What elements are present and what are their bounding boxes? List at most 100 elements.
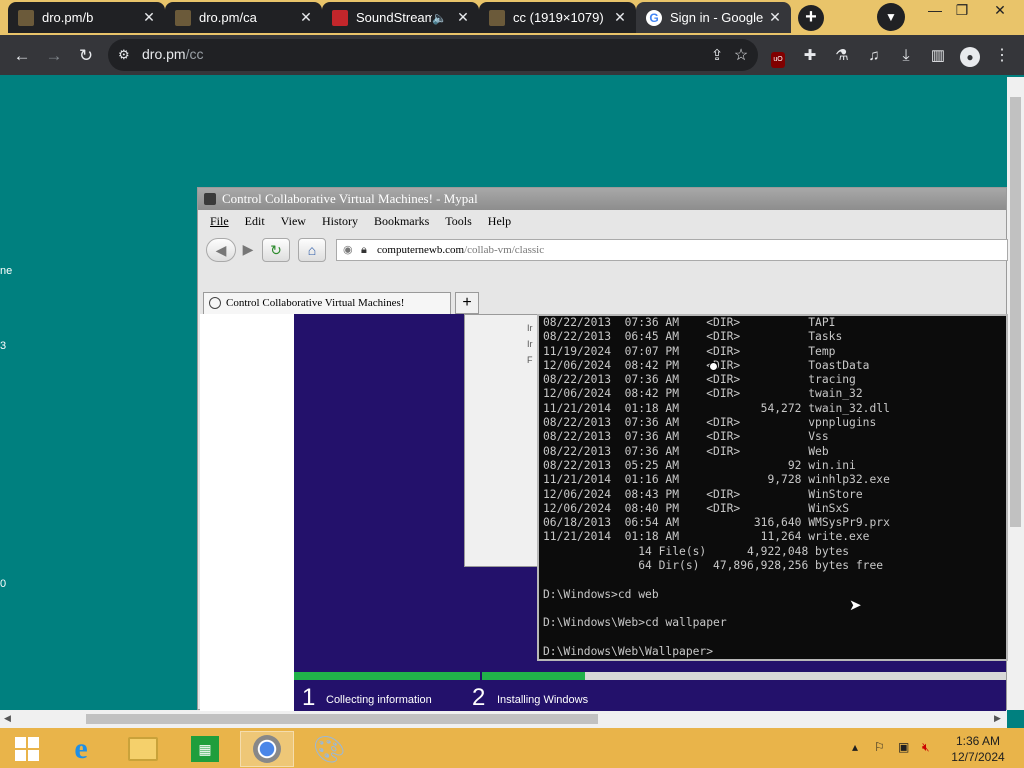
action-center-flag-icon[interactable]: ⚐	[874, 740, 885, 754]
dialog-text-fragment: Ir	[527, 339, 533, 349]
browser-tab[interactable]: SoundStream 🔈 ✕	[322, 2, 479, 33]
tab-favicon-icon	[489, 9, 505, 26]
menu-dots-icon[interactable]: ⋮	[990, 44, 1014, 68]
step-number: 2	[472, 684, 486, 711]
menu-view[interactable]: View	[281, 210, 306, 232]
mypal-app-icon	[204, 193, 216, 205]
dialog-text-fragment: Ir	[527, 323, 533, 333]
store-icon[interactable]: ▦	[178, 731, 232, 767]
site-info-icon[interactable]: ⚙	[118, 47, 130, 63]
chrome-taskbar-icon[interactable]	[240, 731, 294, 767]
step-label: Installing Windows	[497, 694, 589, 706]
google-g-icon: G	[646, 9, 662, 26]
vm-forward-icon[interactable]: ▶	[234, 238, 262, 262]
menu-bookmarks[interactable]: Bookmarks	[374, 210, 429, 232]
page-vertical-scrollbar[interactable]	[1007, 77, 1024, 710]
address-text[interactable]: dro.pm/cc	[142, 46, 203, 62]
new-tab-button[interactable]: +	[798, 5, 824, 31]
tab-title: dro.pm/b	[42, 10, 94, 25]
vm-tab-title: Control Collaborative Virtual Machines!	[226, 297, 405, 309]
labs-icon[interactable]: ⚗	[830, 44, 854, 68]
tab-search-button[interactable]: ▼	[877, 3, 905, 31]
show-hidden-icons-icon[interactable]: ▴	[852, 740, 858, 754]
scroll-thumb[interactable]	[1010, 97, 1021, 527]
vm-page-content: Ir Ir F 08/22/2013 07:36 AM <DIR> TAPI 0…	[200, 314, 1008, 711]
address-path: /cc	[185, 46, 204, 62]
audio-playing-icon[interactable]: 🔈	[432, 11, 447, 25]
vm-lock-icon: 🔒︎	[361, 244, 367, 256]
close-window-icon[interactable]: ✕	[985, 0, 1015, 22]
windows-setup-screen[interactable]: Ir Ir F 08/22/2013 07:36 AM <DIR> TAPI 0…	[294, 314, 1008, 711]
windows-logo-icon	[15, 737, 39, 761]
vm-url-host: computernewb.com	[377, 244, 465, 256]
taskbar-clock[interactable]: 1:36 AM 12/7/2024	[948, 733, 1008, 765]
step-number: 1	[302, 684, 316, 711]
bookmark-star-icon[interactable]: ☆	[729, 44, 753, 68]
restore-icon[interactable]: ❐	[947, 0, 977, 22]
address-bar[interactable]	[108, 39, 758, 71]
close-tab-icon[interactable]: ✕	[765, 9, 785, 26]
browser-tab[interactable]: dro.pm/b ✕	[8, 2, 165, 33]
browser-tab[interactable]: dro.pm/ca ✕	[165, 2, 322, 33]
dialog-text-fragment: F	[527, 355, 533, 365]
vm-url-bar[interactable]: ◉ 🔒︎ computernewb.com/collab-vm/classic	[336, 239, 1008, 261]
extensions-icon[interactable]: ✚	[798, 44, 822, 68]
vm-browser-tab[interactable]: Control Collaborative Virtual Machines!	[203, 292, 451, 314]
vm-url-path: /collab-vm/classic	[464, 244, 545, 256]
address-host: dro.pm	[142, 46, 186, 62]
vm-new-tab-button[interactable]: +	[455, 292, 479, 314]
paint-icon[interactable]: 🎨︎	[302, 731, 356, 767]
vm-home-icon[interactable]: ⌂	[298, 238, 326, 262]
page-text-fragment: 0	[0, 578, 7, 590]
vm-site-icon: ◉	[343, 244, 353, 256]
tab-title: cc (1919×1079)	[513, 10, 604, 25]
vm-back-icon[interactable]: ◀	[206, 238, 236, 262]
scroll-thumb[interactable]	[86, 714, 598, 724]
forward-icon[interactable]: →	[42, 44, 66, 68]
profile-avatar[interactable]: ●	[958, 44, 982, 68]
tab-title: SoundStream	[356, 10, 433, 25]
vm-reload-icon[interactable]: ↻	[262, 238, 290, 262]
tab-favicon-icon	[175, 9, 191, 26]
clock-time: 1:36 AM	[955, 734, 1001, 748]
download-icon[interactable]: ⤓	[894, 44, 918, 68]
tab-title: Sign in - Google	[670, 10, 764, 25]
command-prompt-window[interactable]: 08/22/2013 07:36 AM <DIR> TAPI 08/22/201…	[537, 314, 1008, 661]
back-icon[interactable]: ←	[10, 44, 34, 68]
step-label: Collecting information	[326, 694, 432, 706]
close-tab-icon[interactable]: ✕	[139, 9, 159, 26]
menu-edit[interactable]: Edit	[245, 210, 265, 232]
network-icon[interactable]: ▣	[898, 740, 909, 754]
internet-explorer-icon[interactable]: e	[54, 731, 108, 767]
browser-tab[interactable]: cc (1919×1079) ✕	[479, 2, 636, 33]
scroll-left-icon[interactable]: ◀	[4, 713, 11, 724]
close-tab-icon[interactable]: ✕	[610, 9, 630, 26]
scroll-right-icon[interactable]: ▶	[994, 713, 1001, 724]
volume-muted-icon[interactable]: 🔇︎	[922, 740, 930, 755]
menu-file[interactable]: File	[210, 210, 229, 232]
busy-cursor-icon	[709, 362, 718, 371]
vm-browser-window[interactable]: Control Collaborative Virtual Machines! …	[197, 187, 1008, 711]
vm-menu-bar: File Edit View History Bookmarks Tools H…	[198, 210, 1006, 232]
start-button[interactable]	[0, 731, 54, 767]
browser-tab-active[interactable]: G Sign in - Google ✕	[636, 2, 791, 33]
reload-icon[interactable]: ↻	[74, 44, 98, 68]
menu-tools[interactable]: Tools	[445, 210, 472, 232]
close-tab-icon[interactable]: ✕	[453, 9, 473, 26]
tab-favicon-icon	[18, 9, 34, 26]
close-tab-icon[interactable]: ✕	[296, 9, 316, 26]
media-queue-icon[interactable]: ♫	[862, 44, 886, 68]
minimize-icon[interactable]: —	[920, 0, 950, 22]
vm-nav-bar: ◀ ▶ ↻ ⌂ ◉ 🔒︎ computernewb.com/collab-vm/…	[198, 232, 1008, 266]
page-horizontal-scrollbar[interactable]: ◀ ▶	[0, 710, 1007, 728]
menu-help[interactable]: Help	[488, 210, 511, 232]
clock-date: 12/7/2024	[951, 750, 1005, 764]
share-icon[interactable]: ⇪	[705, 44, 729, 68]
ublock-icon[interactable]: uO	[766, 44, 790, 68]
setup-progress-segment-1	[294, 672, 480, 680]
side-panel-icon[interactable]: ▥	[926, 44, 950, 68]
menu-history[interactable]: History	[322, 210, 358, 232]
file-explorer-icon[interactable]	[116, 731, 170, 767]
setup-progress-remaining	[585, 672, 1006, 680]
page-text-fragment: ne	[0, 265, 13, 277]
